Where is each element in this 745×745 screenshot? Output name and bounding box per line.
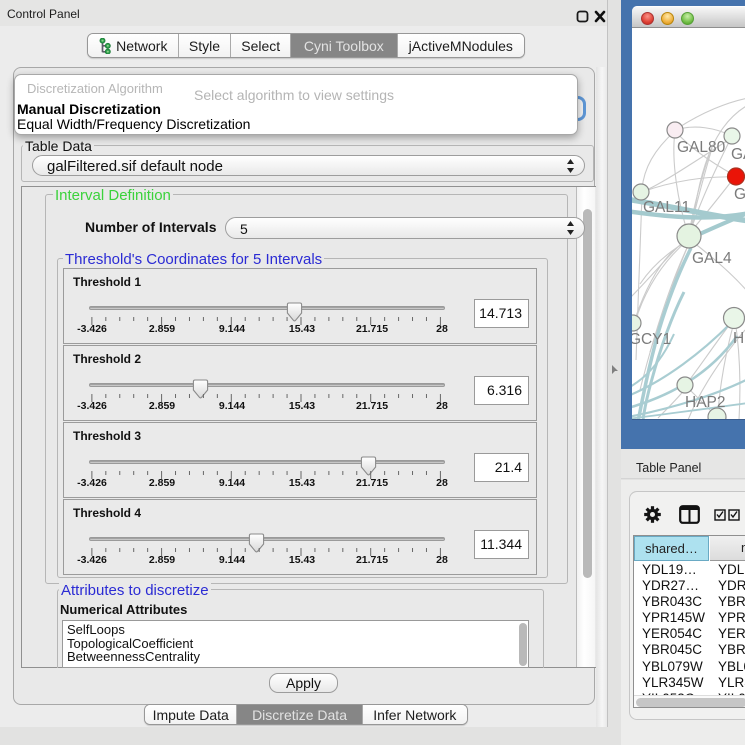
- svg-text:HAP2: HAP2: [685, 394, 726, 411]
- svg-text:GAL80: GAL80: [677, 139, 726, 156]
- svg-text:GAL4: GAL4: [692, 250, 732, 267]
- svg-text:GAL11: GAL11: [643, 199, 690, 216]
- svg-text:H: H: [733, 330, 744, 347]
- svg-text:GA: GA: [731, 146, 745, 163]
- svg-text:GCY1: GCY1: [632, 331, 671, 348]
- svg-text:G: G: [734, 186, 745, 203]
